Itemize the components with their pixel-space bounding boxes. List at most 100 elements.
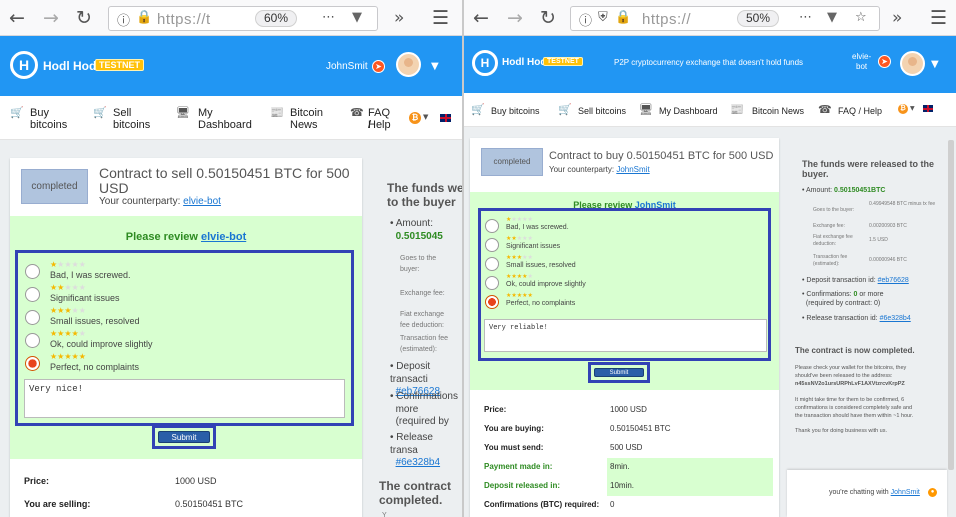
stars-icon: ★★★★★ [50, 306, 86, 315]
notification-icon[interactable]: ➤ [372, 60, 385, 73]
overflow-chevron-icon[interactable]: » [892, 7, 902, 29]
chevron-down-icon[interactable]: ▼ [431, 61, 439, 72]
rating-option-4[interactable]: ★★★★★ Ok, could improve slightly [25, 329, 326, 349]
hodlhodl-logo-icon[interactable]: H [472, 50, 498, 76]
chevron-down-icon[interactable]: ▼ [423, 113, 428, 121]
username[interactable]: JohnSmit [326, 61, 368, 72]
release-tx-link[interactable]: #6e328b4 [880, 315, 911, 322]
submit-button[interactable]: Submit [158, 431, 210, 443]
release-item: • Release transaction id: #6e328b4 [802, 315, 911, 322]
review-comment-textarea[interactable]: Very reliable! [484, 319, 767, 352]
counterparty: Your counterparty: JohnSmit [549, 165, 650, 174]
rating-radio[interactable] [25, 310, 40, 325]
contract-title: Contract to buy 0.50150451 BTC for 500 U… [549, 150, 774, 162]
review-comment-textarea[interactable]: Very nice! [24, 379, 345, 418]
browser-toolbar: ← → ↻ ⓘ ⛨ 🔒 https:// 50% ⋯ ▼ ☆ » ☰ [464, 0, 956, 36]
page-actions-icon[interactable]: ⋯ [799, 10, 812, 25]
pocket-icon[interactable]: ▼ [352, 10, 362, 25]
info-icon[interactable]: ⓘ [117, 10, 130, 29]
main-nav: 🛒 Buy bitcoins 🛒 Sell bitcoins 🖥 My Dash… [0, 96, 462, 140]
rating-option-5[interactable]: ★★★★★ Perfect, no complaints [485, 292, 745, 310]
rating-radio[interactable] [25, 333, 40, 348]
notification-icon[interactable]: ➤ [878, 55, 891, 68]
rating-option-5[interactable]: ★★★★★ Perfect, no complaints [25, 352, 326, 372]
forward-icon[interactable]: → [507, 7, 523, 29]
back-icon[interactable]: ← [473, 7, 489, 29]
url-text[interactable]: https:// [642, 11, 691, 28]
chat-user-link[interactable]: JohnSmit [891, 489, 920, 496]
rating-radio[interactable] [485, 238, 499, 252]
avatar[interactable] [900, 51, 925, 76]
monitor-icon: 🖥 [639, 103, 653, 116]
deposit-tx-link[interactable]: #eb76628 [878, 277, 909, 284]
rating-option-1[interactable]: ★★★★★ Bad, I was screwed. [25, 260, 326, 280]
rating-option-2[interactable]: ★★★★★ Significant issues [485, 235, 745, 253]
bookmark-star-icon[interactable]: ☆ [855, 10, 867, 25]
stars-icon: ★★★★★ [506, 273, 533, 280]
overflow-chevron-icon[interactable]: » [394, 7, 404, 29]
right-browser-window: ← → ↻ ⓘ ⛨ 🔒 https:// 50% ⋯ ▼ ☆ » ☰ H Hod… [464, 0, 956, 517]
zoom-indicator[interactable]: 60% [255, 10, 298, 27]
uk-flag-icon[interactable] [440, 114, 451, 122]
address-bar[interactable]: ⓘ ⛨ 🔒 https:// 50% ⋯ ▼ ☆ [570, 6, 880, 31]
bitcoin-currency-icon[interactable]: ₿ [409, 112, 421, 124]
support-icon: ☎ [818, 103, 832, 116]
pocket-icon[interactable]: ▼ [827, 10, 837, 25]
review-user-link[interactable]: elvie-bot [201, 231, 246, 243]
menu-icon[interactable]: ☰ [432, 7, 449, 29]
funds-status-panel: The funds were released to the buyer. • A… [787, 138, 947, 468]
forward-icon[interactable]: → [43, 7, 59, 29]
check-wallet-note: Please check your wallet for the bitcoin… [795, 365, 907, 387]
counterparty-link[interactable]: elvie-bot [183, 196, 221, 207]
scrollbar[interactable] [948, 140, 954, 470]
page-actions-icon[interactable]: ⋯ [322, 10, 335, 25]
chat-avatar-icon[interactable]: ● [927, 487, 938, 498]
reload-icon[interactable]: ↻ [76, 7, 92, 29]
avatar[interactable] [396, 52, 421, 77]
completed-title: The contract completed. [379, 479, 452, 507]
amount-item: • Amount: 0.50150451BTC [802, 187, 886, 194]
menu-icon[interactable]: ☰ [930, 7, 947, 29]
rating-option-1[interactable]: ★★★★★ Bad, I was screwed. [485, 216, 745, 234]
stars-icon: ★★★★★ [506, 254, 533, 261]
rating-radio[interactable] [485, 219, 499, 233]
lock-icon: 🔒 [615, 10, 632, 25]
lock-icon: 🔒 [136, 10, 153, 25]
submit-button[interactable]: Submit [594, 368, 644, 377]
tagline: P2P cryptocurrency exchange that doesn't… [614, 58, 804, 67]
rating-radio[interactable] [25, 287, 40, 302]
cart-icon: 🛒 [93, 106, 107, 119]
reload-icon[interactable]: ↻ [540, 7, 556, 29]
rating-option-2[interactable]: ★★★★★ Significant issues [25, 283, 326, 303]
browser-toolbar: ← → ↻ ⓘ 🔒 https://t 60% ⋯ ▼ » ☰ [0, 0, 462, 36]
rating-radio-selected[interactable] [25, 356, 40, 371]
counterparty-link[interactable]: JohnSmit [616, 165, 649, 174]
username[interactable]: elvie-bot [852, 52, 871, 72]
back-icon[interactable]: ← [9, 7, 25, 29]
url-text[interactable]: https://t [157, 11, 211, 28]
cart-icon: 🛒 [558, 103, 572, 116]
rating-radio[interactable] [485, 276, 499, 290]
stars-icon: ★★★★★ [50, 260, 86, 269]
chevron-down-icon[interactable]: ▼ [910, 105, 915, 112]
chevron-down-icon[interactable]: ▼ [931, 59, 939, 70]
fee-label: Fiat exchange fee deduction: [813, 234, 853, 247]
rating-option-4[interactable]: ★★★★★ Ok, could improve slightly [485, 273, 745, 291]
chat-widget[interactable]: you're chatting with JohnSmit ● [787, 470, 947, 517]
rating-option-3[interactable]: ★★★★★ Small issues, resolved [25, 306, 326, 326]
bitcoin-currency-icon[interactable]: ₿ [898, 104, 908, 114]
rating-radio[interactable] [25, 264, 40, 279]
brand-name[interactable]: Hodl Hodl [43, 59, 100, 73]
zoom-indicator[interactable]: 50% [737, 10, 780, 27]
rating-option-3[interactable]: ★★★★★ Small issues, resolved [485, 254, 745, 272]
rating-radio[interactable] [485, 257, 499, 271]
release-tx-link[interactable]: #6e328b4 [396, 457, 441, 468]
info-icon[interactable]: ⓘ [579, 10, 592, 29]
confirmation-time-note: It might take time for them to be confir… [795, 397, 914, 419]
app-header: H Hodl Hodl TESTNET P2P cryptocurrency e… [464, 36, 956, 93]
hodlhodl-logo-icon[interactable]: H [10, 51, 38, 79]
app-header: H Hodl Hodl TESTNET JohnSmit ➤ ▼ [0, 36, 462, 96]
address-bar[interactable]: ⓘ 🔒 https://t 60% ⋯ ▼ [108, 6, 378, 31]
rating-radio-selected[interactable] [485, 295, 499, 309]
uk-flag-icon[interactable] [923, 105, 933, 112]
